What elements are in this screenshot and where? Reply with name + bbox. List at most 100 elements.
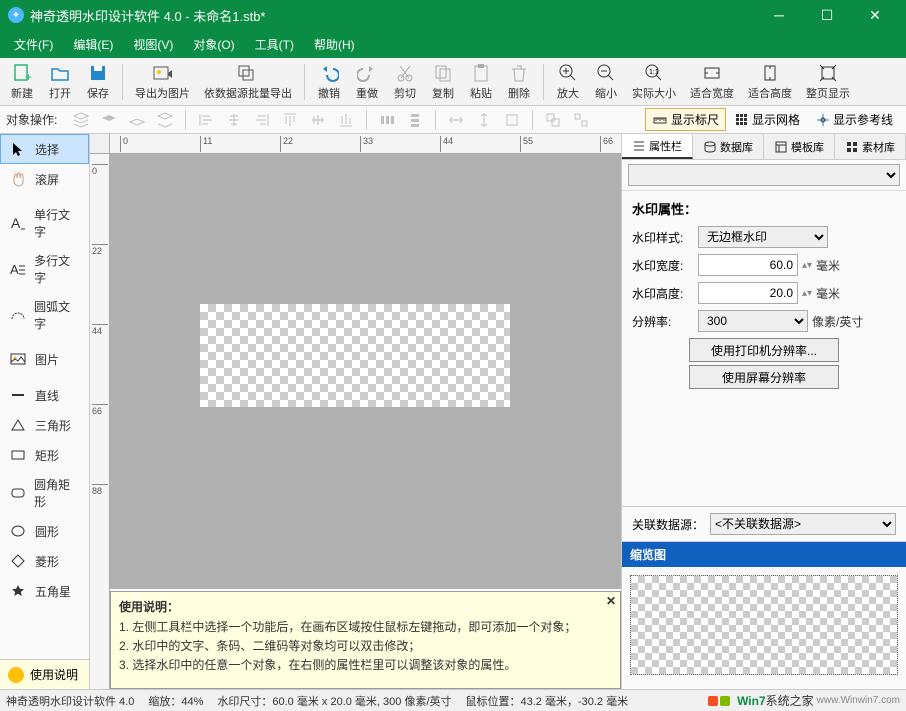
hand-icon bbox=[9, 170, 27, 188]
layer-up-icon[interactable] bbox=[97, 109, 121, 131]
star-icon bbox=[9, 582, 27, 600]
tool-star[interactable]: 五角星 bbox=[0, 576, 89, 606]
vertical-ruler: 0 22 44 66 88 bbox=[90, 154, 110, 689]
save-button[interactable]: 保存 bbox=[80, 60, 116, 103]
use-screen-dpi-button[interactable]: 使用屏幕分辨率 bbox=[689, 365, 839, 389]
app-icon: ✦ bbox=[8, 7, 24, 23]
close-button[interactable]: ✕ bbox=[852, 0, 898, 30]
watermark-width-input[interactable] bbox=[698, 254, 798, 276]
template-icon bbox=[774, 140, 788, 154]
fit-height-button[interactable]: 适合高度 bbox=[742, 60, 798, 103]
export-image-button[interactable]: 导出为图片 bbox=[129, 60, 196, 103]
object-toolbar: 对象操作: 显示标尺 显示网格 显示参考线 bbox=[0, 106, 906, 134]
thumbnail-preview bbox=[630, 575, 898, 675]
menu-help[interactable]: 帮助(H) bbox=[306, 32, 363, 57]
datasource-select[interactable]: <不关联数据源> bbox=[710, 513, 896, 535]
cut-button[interactable]: 剪切 bbox=[387, 60, 423, 103]
align-left-icon[interactable] bbox=[194, 109, 218, 131]
ungroup-icon[interactable] bbox=[569, 109, 593, 131]
watermark-object[interactable] bbox=[200, 304, 510, 407]
rect-icon bbox=[9, 446, 27, 464]
line-icon bbox=[9, 386, 27, 404]
tool-text-multi[interactable]: A多行文字 bbox=[0, 246, 89, 292]
help-button[interactable]: 使用说明 bbox=[0, 659, 89, 689]
window-title: 神奇透明水印设计软件 4.0 - 未命名1.stb* bbox=[30, 6, 756, 25]
dpi-select[interactable]: 300 bbox=[698, 310, 808, 332]
tab-properties[interactable]: 属性栏 bbox=[622, 134, 693, 159]
menu-view[interactable]: 视图(V) bbox=[125, 32, 181, 57]
grid-icon bbox=[845, 140, 859, 154]
horizontal-ruler: 0 11 22 33 44 55 66 bbox=[110, 134, 621, 154]
tool-image[interactable]: 图片 bbox=[0, 344, 89, 374]
tool-line[interactable]: 直线 bbox=[0, 380, 89, 410]
align-right-icon[interactable] bbox=[250, 109, 274, 131]
watermark-height-input[interactable] bbox=[698, 282, 798, 304]
menu-edit[interactable]: 编辑(E) bbox=[65, 32, 121, 57]
same-width-icon[interactable] bbox=[444, 109, 468, 131]
redo-button[interactable]: 重做 bbox=[349, 60, 385, 103]
objbar-label: 对象操作: bbox=[6, 111, 57, 128]
actual-size-button[interactable]: 1:1实际大小 bbox=[626, 60, 682, 103]
help-close-button[interactable]: ✕ bbox=[606, 594, 616, 608]
align-middle-icon[interactable] bbox=[306, 109, 330, 131]
svg-text:A: A bbox=[11, 215, 21, 231]
show-guide-toggle[interactable]: 显示参考线 bbox=[809, 108, 900, 131]
tool-pan[interactable]: 滚屏 bbox=[0, 164, 89, 194]
windows-icon bbox=[707, 695, 731, 707]
menu-file[interactable]: 文件(F) bbox=[6, 32, 61, 57]
show-ruler-toggle[interactable]: 显示标尺 bbox=[645, 108, 726, 131]
menu-object[interactable]: 对象(O) bbox=[185, 32, 242, 57]
tool-text-single[interactable]: A单行文字 bbox=[0, 200, 89, 246]
dist-v-icon[interactable] bbox=[403, 109, 427, 131]
paste-button[interactable]: 粘贴 bbox=[463, 60, 499, 103]
canvas[interactable] bbox=[110, 154, 621, 589]
tool-arc-text[interactable]: 圆弧文字 bbox=[0, 292, 89, 338]
open-button[interactable]: 打开 bbox=[42, 60, 78, 103]
zoomout-button[interactable]: 缩小 bbox=[588, 60, 624, 103]
fit-width-button[interactable]: 适合宽度 bbox=[684, 60, 740, 103]
align-center-icon[interactable] bbox=[222, 109, 246, 131]
cursor-icon bbox=[9, 140, 27, 158]
use-printer-dpi-button[interactable]: 使用打印机分辨率... bbox=[689, 338, 839, 362]
tool-select[interactable]: 选择 bbox=[0, 134, 89, 164]
canvas-area: 0 11 22 33 44 55 66 0 22 44 66 88 ✕ 使用说明… bbox=[90, 134, 621, 689]
dist-h-icon[interactable] bbox=[375, 109, 399, 131]
minimize-button[interactable]: ─ bbox=[756, 0, 802, 30]
tool-diamond[interactable]: 菱形 bbox=[0, 546, 89, 576]
properties-panel: 水印属性： 水印样式:无边框水印 水印宽度:▴▾毫米 水印高度:▴▾毫米 分辨率… bbox=[622, 191, 906, 400]
new-button[interactable]: +新建 bbox=[4, 60, 40, 103]
thumbnail-panel bbox=[622, 567, 906, 689]
tool-circle[interactable]: 圆形 bbox=[0, 516, 89, 546]
same-height-icon[interactable] bbox=[472, 109, 496, 131]
show-grid-toggle[interactable]: 显示网格 bbox=[728, 108, 807, 131]
same-size-icon[interactable] bbox=[500, 109, 524, 131]
menu-tools[interactable]: 工具(T) bbox=[247, 32, 302, 57]
ruler-corner bbox=[90, 134, 110, 154]
tool-roundrect[interactable]: 圆角矩形 bbox=[0, 470, 89, 516]
group-icon[interactable] bbox=[541, 109, 565, 131]
brand-logo: Win7系统之家 www.Winwin7.com bbox=[707, 692, 900, 709]
fit-page-button[interactable]: 整页显示 bbox=[800, 60, 856, 103]
menubar: 文件(F) 编辑(E) 视图(V) 对象(O) 工具(T) 帮助(H) bbox=[0, 30, 906, 58]
maximize-button[interactable]: ☐ bbox=[804, 0, 850, 30]
copy-button[interactable]: 复制 bbox=[425, 60, 461, 103]
tab-templates[interactable]: 模板库 bbox=[764, 134, 835, 159]
status-mouse: 鼠标位置：43.2 毫米，-30.2 毫米 bbox=[466, 693, 629, 709]
text-icon: A bbox=[9, 214, 26, 232]
tab-database[interactable]: 数据库 bbox=[693, 134, 764, 159]
align-top-icon[interactable] bbox=[278, 109, 302, 131]
tab-materials[interactable]: 素材库 bbox=[835, 134, 906, 159]
layer-back-icon[interactable] bbox=[153, 109, 177, 131]
watermark-style-select[interactable]: 无边框水印 bbox=[698, 226, 828, 248]
align-bottom-icon[interactable] bbox=[334, 109, 358, 131]
object-selector[interactable] bbox=[628, 164, 900, 186]
delete-button[interactable]: 删除 bbox=[501, 60, 537, 103]
layer-down-icon[interactable] bbox=[125, 109, 149, 131]
undo-button[interactable]: 撤销 bbox=[311, 60, 347, 103]
export-batch-button[interactable]: 依数据源批量导出 bbox=[198, 60, 298, 103]
diamond-icon bbox=[9, 552, 27, 570]
tool-triangle[interactable]: 三角形 bbox=[0, 410, 89, 440]
layer-front-icon[interactable] bbox=[69, 109, 93, 131]
tool-rect[interactable]: 矩形 bbox=[0, 440, 89, 470]
zoomin-button[interactable]: 放大 bbox=[550, 60, 586, 103]
